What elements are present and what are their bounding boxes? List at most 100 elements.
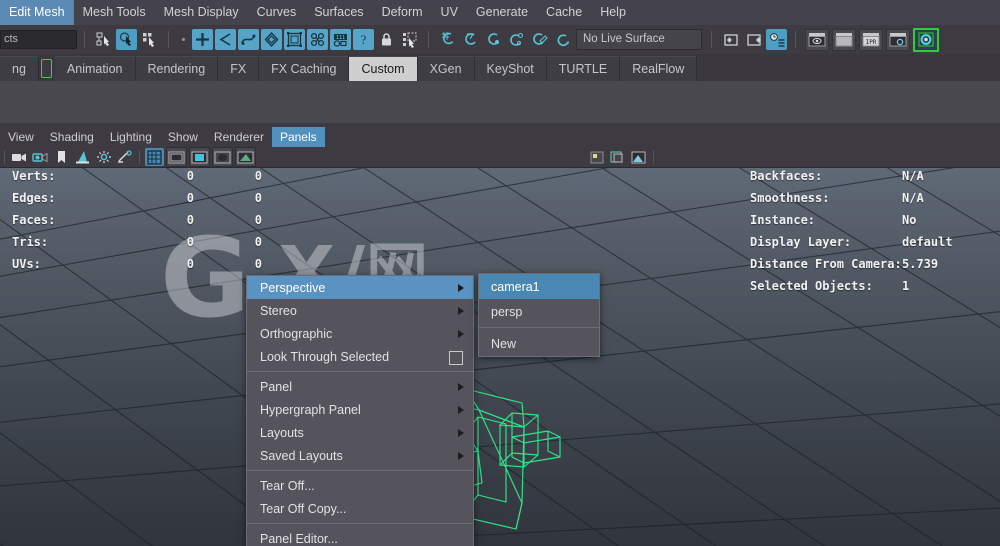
viewport-menu-show[interactable]: Show bbox=[160, 127, 206, 147]
menu-item-surfaces[interactable]: Surfaces bbox=[305, 0, 372, 25]
grid-toggle-icon[interactable] bbox=[145, 148, 164, 166]
panels-menu-item-layouts[interactable]: Layouts bbox=[247, 421, 473, 444]
gamma-icon[interactable] bbox=[608, 148, 627, 166]
select-tool-icon[interactable] bbox=[399, 29, 420, 50]
snap-to-view-plane-icon[interactable] bbox=[529, 29, 550, 50]
hud-label: Instance: bbox=[750, 213, 816, 227]
hud-value-selected: 0 bbox=[186, 169, 194, 183]
select-camera-icon[interactable] bbox=[10, 148, 29, 166]
panels-menu-item-panel[interactable]: Panel bbox=[247, 375, 473, 398]
viewport-menu-lighting[interactable]: Lighting bbox=[102, 127, 160, 147]
lock-icon[interactable] bbox=[376, 29, 397, 50]
perspective-viewport[interactable]: G X / 网 system.com bbox=[0, 127, 1000, 546]
panels-dropdown-menu[interactable]: Perspective Stereo Orthographic Look Throug… bbox=[246, 275, 474, 546]
selection-name-input[interactable]: cts bbox=[0, 30, 77, 49]
camera-attributes-icon[interactable] bbox=[31, 148, 50, 166]
shelf-tab-xgen[interactable]: XGen bbox=[417, 56, 475, 81]
menu-item-deform[interactable]: Deform bbox=[373, 0, 432, 25]
panels-menu-item-tear-off[interactable]: Tear Off... bbox=[247, 474, 473, 497]
film-gate-icon[interactable] bbox=[166, 147, 187, 167]
exposure-icon[interactable] bbox=[587, 148, 606, 166]
panels-menu-item-panel-editor[interactable]: Panel Editor... bbox=[247, 527, 473, 546]
shelf-tab-keyshot[interactable]: KeyShot bbox=[474, 56, 547, 81]
checkbox-icon[interactable] bbox=[449, 350, 463, 365]
panels-menu-item-perspective[interactable]: Perspective bbox=[247, 276, 473, 299]
resolution-gate-icon[interactable] bbox=[189, 147, 210, 167]
hud-row: Backfaces: N/A bbox=[750, 165, 994, 187]
camera-menu-item-persp[interactable]: persp bbox=[479, 299, 599, 324]
hud-value-total: 0 bbox=[254, 257, 262, 271]
menu-item-label: Saved Layouts bbox=[260, 448, 343, 463]
shadows-icon[interactable] bbox=[115, 148, 134, 166]
shelf-tab-custom[interactable]: Custom bbox=[349, 56, 418, 81]
hud-row: Tris: 0 0 bbox=[12, 231, 262, 253]
attribute-editor-icon[interactable] bbox=[766, 29, 787, 50]
bookmark-icon[interactable] bbox=[52, 148, 71, 166]
live-surface-field[interactable]: No Live Surface bbox=[576, 29, 702, 50]
image-plane-icon[interactable] bbox=[73, 148, 92, 166]
dynamic-mask-icon[interactable] bbox=[284, 29, 305, 50]
help-mask-icon[interactable]: ? bbox=[353, 29, 374, 50]
misc-mask-icon[interactable]: 111 bbox=[330, 29, 351, 50]
panels-menu-item-saved-layouts[interactable]: Saved Layouts bbox=[247, 444, 473, 467]
viewport-snapshot-icon[interactable] bbox=[629, 148, 648, 166]
shelf-tab-realflow[interactable]: RealFlow bbox=[620, 56, 698, 81]
panels-menu-item-tear-off-copy[interactable]: Tear Off Copy... bbox=[247, 497, 473, 520]
select-by-component-icon[interactable] bbox=[139, 29, 160, 50]
deform-mask-icon[interactable] bbox=[261, 29, 282, 50]
viewport-menu-view[interactable]: View bbox=[0, 127, 42, 147]
render-current-frame-icon[interactable] bbox=[804, 28, 829, 51]
shelf-tab-fx[interactable]: FX bbox=[218, 56, 260, 81]
menu-item-curves[interactable]: Curves bbox=[248, 0, 306, 25]
viewport-toolbar-right-cluster bbox=[586, 148, 658, 166]
snap-to-point-icon[interactable] bbox=[483, 29, 504, 50]
ipr-render-icon[interactable]: IPR bbox=[858, 28, 883, 51]
shelf-tab-turtle[interactable]: TURTLE bbox=[546, 56, 621, 81]
panels-menu-item-hypergraph-panel[interactable]: Hypergraph Panel bbox=[247, 398, 473, 421]
menu-item-label: Panel Editor... bbox=[260, 531, 338, 546]
render-settings-icon[interactable] bbox=[885, 28, 910, 51]
viewport-menu-renderer[interactable]: Renderer bbox=[206, 127, 272, 147]
make-live-icon[interactable] bbox=[552, 29, 573, 50]
shelf-grip-handle[interactable] bbox=[40, 59, 52, 78]
select-by-hierarchy-icon[interactable] bbox=[93, 29, 114, 50]
two-sided-lighting-icon[interactable] bbox=[94, 148, 113, 166]
camera-menu-item-new[interactable]: New bbox=[479, 331, 599, 356]
shelf-tab-ng[interactable]: ng bbox=[0, 56, 39, 81]
menu-item-help[interactable]: Help bbox=[591, 0, 635, 25]
surface-mask-icon[interactable] bbox=[238, 29, 259, 50]
menu-item-cache[interactable]: Cache bbox=[537, 0, 591, 25]
hud-value-total: 0 bbox=[254, 191, 262, 205]
panels-menu-item-look-through-selected[interactable]: Look Through Selected bbox=[247, 345, 473, 368]
hypershade-icon[interactable] bbox=[912, 27, 939, 52]
panels-menu-item-stereo[interactable]: Stereo bbox=[247, 299, 473, 322]
render-sequence-icon[interactable] bbox=[831, 28, 856, 51]
show-editor-icon[interactable] bbox=[720, 29, 741, 50]
handle-mask-icon[interactable] bbox=[192, 29, 213, 50]
camera-menu-item-camera1[interactable]: camera1 bbox=[479, 274, 599, 299]
xray-icon[interactable] bbox=[235, 147, 256, 167]
rendering-mask-icon[interactable] bbox=[307, 29, 328, 50]
viewport-menu-shading[interactable]: Shading bbox=[42, 127, 102, 147]
menu-item-edit-mesh[interactable]: Edit Mesh bbox=[0, 0, 74, 25]
toolbar-divider-2 bbox=[168, 31, 169, 48]
gate-mask-icon[interactable] bbox=[212, 147, 233, 167]
snap-to-projected-center-icon[interactable] bbox=[506, 29, 527, 50]
snap-to-curve-icon[interactable] bbox=[460, 29, 481, 50]
menu-item-mesh-tools[interactable]: Mesh Tools bbox=[74, 0, 155, 25]
snap-to-grid-icon[interactable] bbox=[437, 29, 458, 50]
menu-item-mesh-display[interactable]: Mesh Display bbox=[155, 0, 248, 25]
menu-item-generate[interactable]: Generate bbox=[467, 0, 537, 25]
hud-row: Selected Objects: 1 bbox=[750, 275, 994, 297]
select-by-object-icon[interactable] bbox=[116, 29, 137, 50]
maya-window: Edit Mesh Mesh Tools Mesh Display Curves Sur… bbox=[0, 0, 1000, 546]
shelf-tab-fx-caching[interactable]: FX Caching bbox=[259, 56, 350, 81]
menu-item-uv[interactable]: UV bbox=[432, 0, 467, 25]
curve-mask-icon[interactable] bbox=[215, 29, 236, 50]
hide-editor-icon[interactable] bbox=[743, 29, 764, 50]
viewport-menu-panels[interactable]: Panels bbox=[271, 127, 325, 147]
perspective-submenu[interactable]: camera1 persp New bbox=[478, 273, 600, 357]
shelf-tab-rendering[interactable]: Rendering bbox=[135, 56, 219, 81]
panels-menu-item-orthographic[interactable]: Orthographic bbox=[247, 322, 473, 345]
shelf-tab-animation[interactable]: Animation bbox=[54, 56, 136, 81]
